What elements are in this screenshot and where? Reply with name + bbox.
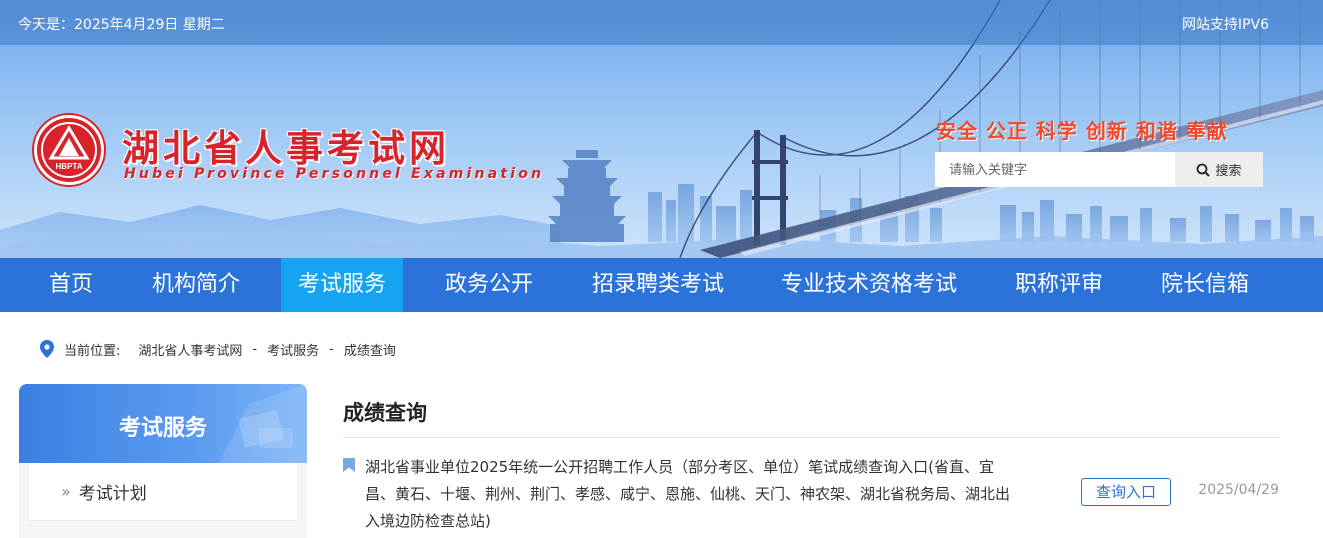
list-item: 湖北省事业单位2025年统一公开招聘工作人员（部分考区、单位）笔试成绩查询入口(… [343, 454, 1279, 538]
search-input[interactable] [935, 152, 1175, 187]
nav-item-exam-services[interactable]: 考试服务 [281, 258, 403, 312]
nav-item-qualification-exams[interactable]: 专业技术资格考试 [768, 258, 970, 312]
nav-item-government-affairs[interactable]: 政务公开 [430, 258, 548, 312]
slogan: 安全 公正 科学 创新 和谐 奉献 [936, 119, 1228, 143]
breadcrumb-current: 成绩查询 [343, 343, 396, 359]
ipv6-support-text: 网站支持IPV6 [1181, 17, 1269, 33]
list-item-title[interactable]: 湖北省事业单位2025年统一公开招聘工作人员（部分考区、单位）笔试成绩查询入口(… [365, 454, 1015, 535]
site-title-english: Hubei Province Personnel Examination [124, 166, 545, 182]
title-divider [343, 437, 1279, 438]
nav-item-about[interactable]: 机构简介 [138, 258, 254, 312]
page-title: 成绩查询 [343, 401, 427, 425]
breadcrumb-separator: - [329, 341, 334, 357]
main-nav: 首页 机构简介 考试服务 政务公开 招录聘类考试 专业技术资格考试 职称评审 院… [0, 258, 1323, 312]
search-button[interactable]: 搜索 [1175, 152, 1263, 187]
sidebar-header: 考试服务 [19, 384, 307, 463]
breadcrumb-separator: - [252, 341, 258, 357]
nav-item-director-mailbox[interactable]: 院长信箱 [1146, 258, 1264, 312]
top-bar: 今天是：2025年4月29日 星期二 网站支持IPV6 [0, 0, 1323, 45]
sidebar-title: 考试服务 [118, 416, 207, 441]
site-logo-icon[interactable]: HBPTA [34, 115, 104, 185]
logo-acronym: HBPTA [56, 162, 83, 171]
nav-item-title-review[interactable]: 职称评审 [1000, 258, 1118, 312]
sidebar: 考试服务 » 考试计划 [19, 384, 307, 538]
site-title[interactable]: 湖北省人事考试网 [122, 118, 450, 172]
breadcrumb-home-link[interactable]: 湖北省人事考试网 [138, 340, 242, 359]
location-pin-icon [40, 340, 54, 358]
sidebar-item-exam-plan[interactable]: » 考试计划 [29, 463, 297, 521]
search-button-label: 搜索 [1215, 163, 1242, 178]
search-icon [1197, 163, 1211, 177]
breadcrumb: 当前位置: 湖北省人事考试网 - 考试服务 - 成绩查询 [40, 340, 396, 359]
search-bar: 搜索 [935, 152, 1263, 187]
header-banner: 今天是：2025年4月29日 星期二 网站支持IPV6 HBPTA 湖北省人事考… [0, 0, 1323, 258]
current-date: 今天是：2025年4月29日 星期二 [18, 17, 225, 33]
query-entry-button[interactable]: 查询入口 [1081, 478, 1171, 506]
sidebar-item-label: 考试计划 [78, 484, 147, 504]
nav-item-recruitment-exams[interactable]: 招录聘类考试 [578, 258, 738, 312]
list-item-date: 2025/04/29 [1198, 482, 1279, 498]
nav-item-home[interactable]: 首页 [30, 258, 112, 312]
bookmark-icon [343, 458, 355, 472]
breadcrumb-exam-services-link[interactable]: 考试服务 [267, 340, 319, 359]
double-chevron-right-icon: » [61, 482, 71, 501]
breadcrumb-prefix: 当前位置: [64, 343, 121, 359]
